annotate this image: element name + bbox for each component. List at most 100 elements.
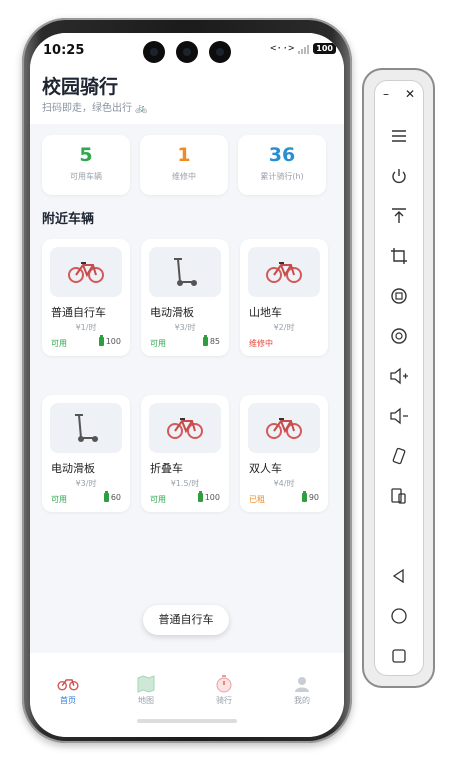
vehicle-card[interactable]: 普通自行车 ¥1/时 可用 100 (42, 239, 130, 356)
close-icon[interactable]: ✕ (405, 87, 415, 101)
vehicle-status: 可用 (51, 495, 67, 504)
vehicle-price: ¥1/时 (75, 323, 97, 332)
home-icon[interactable] (375, 601, 423, 631)
vehicle-card[interactable]: 电动滑板 ¥3/时 可用 85 (141, 239, 229, 356)
camera-hole (176, 41, 198, 63)
power-icon[interactable] (375, 161, 423, 191)
tab-map[interactable]: 地图 (116, 673, 176, 706)
vehicle-card[interactable]: 山地车 ¥2/时 维修中 (240, 239, 328, 356)
battery-icon (202, 335, 208, 346)
vehicle-battery: 90 (301, 491, 319, 502)
window-controls: – ✕ (375, 87, 423, 101)
clock: 10:25 (43, 43, 85, 58)
vehicle-name: 电动滑板 (150, 306, 194, 319)
stat-value: 36 (268, 144, 296, 166)
battery-level: 100 (105, 337, 121, 346)
network-icon: <··> (270, 43, 295, 54)
camera-hole (143, 41, 165, 63)
top-icon[interactable] (375, 201, 423, 231)
rotate-screen-icon[interactable] (375, 441, 423, 471)
vehicle-battery: 100 (98, 335, 121, 346)
camera-hole (209, 41, 231, 63)
vehicle-name: 双人车 (249, 462, 282, 475)
stat-value: 5 (79, 144, 93, 166)
bicycle-icon (68, 262, 104, 283)
tab-label: 我的 (294, 696, 310, 705)
home-indicator[interactable] (137, 719, 237, 723)
vehicle-thumb (149, 403, 221, 453)
tab-label: 首页 (60, 696, 76, 705)
vehicle-name: 普通自行车 (51, 306, 106, 319)
minimize-icon[interactable]: – (383, 87, 389, 101)
page-subtitle: 扫码即走，绿色出行 🚲 (42, 103, 148, 114)
vehicle-price: ¥3/时 (75, 479, 97, 488)
section-title-nearby: 附近车辆 (42, 212, 95, 227)
vehicle-name: 电动滑板 (51, 462, 95, 475)
vehicle-battery: 100 (197, 491, 220, 502)
map-icon (137, 675, 155, 693)
battery-level: 90 (308, 493, 319, 502)
vehicle-thumb (248, 403, 320, 453)
battery-level: 85 (209, 337, 220, 346)
crop-icon[interactable] (375, 241, 423, 271)
vehicle-name: 折叠车 (150, 462, 183, 475)
phone-screen: 10:25 <··> 100 校园骑行 扫码即走，绿色出行 🚲 5 可用车辆 1… (30, 33, 344, 737)
bicycle-icon (167, 418, 203, 439)
stat-label: 可用车辆 (70, 172, 102, 181)
battery-indicator: 100 (313, 43, 336, 54)
stat-card-hours: 36 累计骑行(h) (238, 135, 326, 195)
battery-icon (103, 491, 109, 502)
tab-home[interactable]: 首页 (38, 673, 98, 706)
fold-icon[interactable] (375, 481, 423, 511)
rotate-icon[interactable] (375, 281, 423, 311)
vehicle-price: ¥3/时 (174, 323, 196, 332)
stat-label: 维修中 (172, 172, 196, 181)
tab-ride[interactable]: 骑行 (194, 673, 254, 706)
vehicle-price: ¥4/时 (273, 479, 295, 488)
vehicle-card[interactable]: 双人车 ¥4/时 已租 90 (240, 395, 328, 512)
scooter-icon (75, 414, 98, 442)
battery-level: 60 (110, 493, 121, 502)
bicycle-icon (266, 418, 302, 439)
scooter-icon (174, 258, 197, 286)
status-icons: <··> 100 (270, 43, 336, 54)
stat-card-available: 5 可用车辆 (42, 135, 130, 195)
tab-profile[interactable]: 我的 (272, 673, 332, 706)
user-icon (295, 677, 309, 692)
vehicle-battery: 85 (202, 335, 220, 346)
battery-icon (197, 491, 203, 502)
bicycle-icon (266, 262, 302, 283)
battery-level: 100 (204, 493, 220, 502)
stat-label: 累计骑行(h) (260, 172, 304, 181)
status-bar: 10:25 <··> 100 (30, 33, 344, 69)
vehicle-thumb (248, 247, 320, 297)
vehicle-grid: 普通自行车 ¥1/时 可用 100 电动滑板 ¥3/时 可用 85 山地车 ¥2… (42, 239, 328, 512)
vehicle-name: 山地车 (249, 306, 282, 319)
stat-value: 1 (177, 144, 191, 166)
vehicle-status: 已租 (249, 495, 265, 504)
menu-icon[interactable] (375, 121, 423, 151)
vehicle-status: 维修中 (249, 339, 273, 348)
vehicle-card[interactable]: 电动滑板 ¥3/时 可用 60 (42, 395, 130, 512)
emulator-side-panel: – ✕ (362, 68, 435, 688)
volume-down-icon[interactable] (375, 401, 423, 431)
page-title: 校园骑行 (42, 76, 119, 98)
vehicle-thumb (50, 403, 122, 453)
vehicle-card[interactable]: 折叠车 ¥1.5/时 可用 100 (141, 395, 229, 512)
app-header: 校园骑行 扫码即走，绿色出行 🚲 (30, 69, 344, 124)
vehicle-thumb (149, 247, 221, 297)
vehicle-thumb (50, 247, 122, 297)
vehicle-price: ¥1.5/时 (170, 479, 200, 488)
recents-icon[interactable] (375, 641, 423, 671)
vehicle-status: 可用 (150, 495, 166, 504)
battery-icon (98, 335, 104, 346)
vehicle-price: ¥2/时 (273, 323, 295, 332)
screenshot-icon[interactable] (375, 321, 423, 351)
tab-label: 地图 (138, 696, 154, 705)
volume-up-icon[interactable] (375, 361, 423, 391)
vehicle-status: 可用 (150, 339, 166, 348)
tab-label: 骑行 (216, 696, 232, 705)
back-icon[interactable] (375, 561, 423, 591)
timer-icon (216, 675, 232, 693)
bicycle-icon (57, 679, 79, 691)
